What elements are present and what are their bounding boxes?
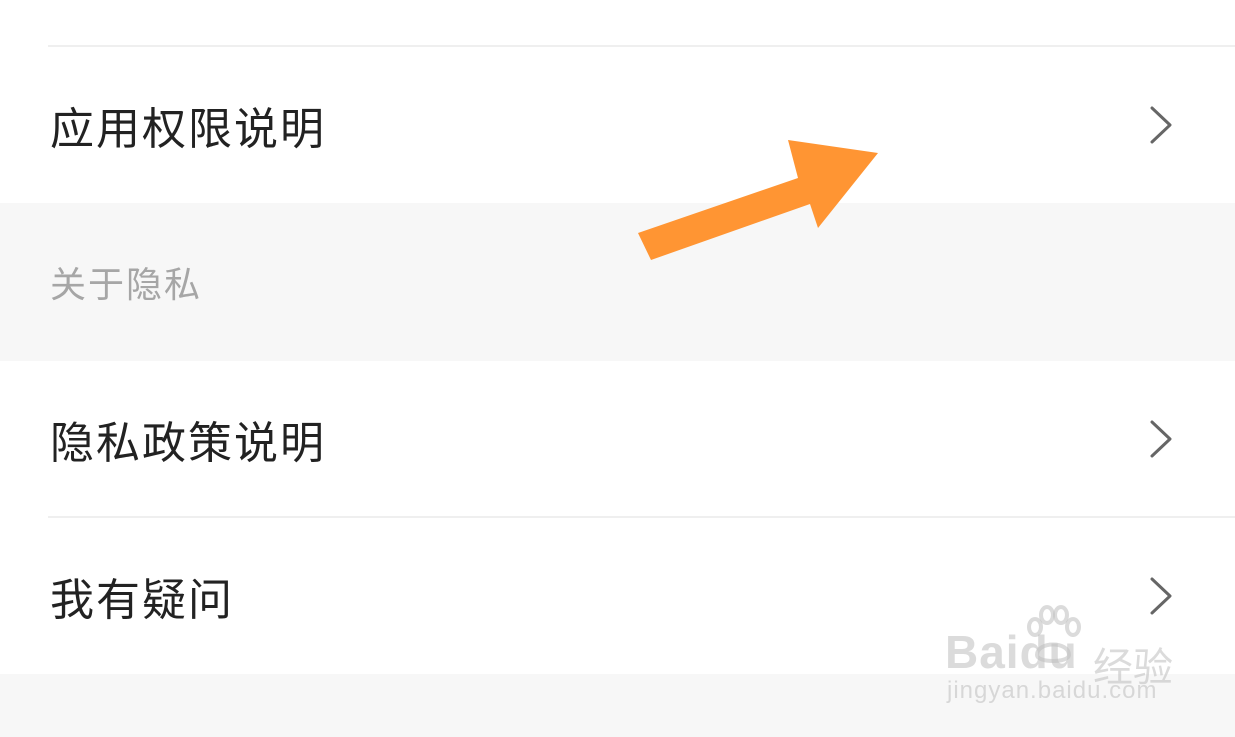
chevron-right-icon <box>1150 420 1172 458</box>
watermark-url: jingyan.baidu.com <box>947 677 1158 704</box>
section-header-privacy: 关于隐私 <box>0 203 1235 361</box>
row-label: 隐私政策说明 <box>50 418 326 469</box>
baidu-jingyan-watermark: Baidu 经验 jingyan.baidu.com <box>945 605 1175 715</box>
watermark-brand: Baidu <box>945 626 1078 678</box>
chevron-right-icon <box>1150 106 1172 144</box>
row-label: 我有疑问 <box>50 575 234 626</box>
annotation-arrow-icon <box>638 140 878 260</box>
app-permissions-row[interactable]: 应用权限说明 <box>0 47 1235 203</box>
section-header-label: 关于隐私 <box>50 265 203 306</box>
row-label: 应用权限说明 <box>50 104 326 155</box>
privacy-policy-row[interactable]: 隐私政策说明 <box>0 361 1235 517</box>
